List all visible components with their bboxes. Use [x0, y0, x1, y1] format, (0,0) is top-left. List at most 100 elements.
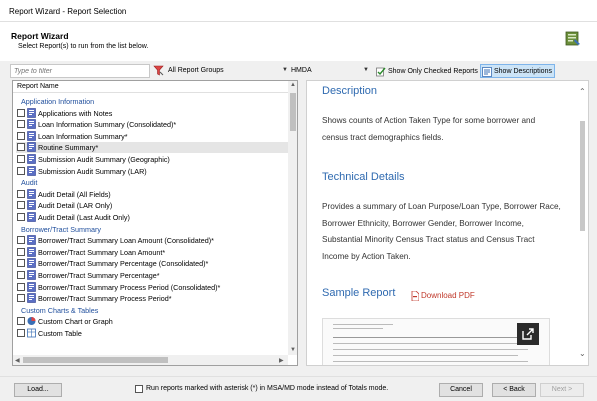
list-item[interactable]: Borrower/Tract Summary Percentage (Conso… [16, 258, 288, 269]
list-item[interactable]: Borrower/Tract Summary Loan Amount (Cons… [16, 235, 288, 246]
list-item[interactable]: Audit Detail (Last Audit Only) [16, 212, 288, 223]
description-text: Shows counts of Action Taken Type for so… [322, 116, 536, 142]
list-item[interactable]: Borrower/Tract Summary Percentage* [16, 270, 288, 281]
show-descriptions-button[interactable]: Show Descriptions [480, 64, 555, 78]
next-button-label: Next > [551, 386, 573, 393]
report-name: Borrower/Tract Summary Percentage* [38, 271, 160, 280]
report-icon [27, 281, 36, 292]
report-checkbox[interactable] [17, 143, 25, 152]
scroll-right-icon[interactable]: ▶ [279, 357, 284, 364]
report-checkbox[interactable] [17, 317, 25, 326]
report-checkbox[interactable] [17, 155, 25, 163]
chevron-up-icon[interactable]: ⌃ [579, 87, 586, 96]
cancel-button[interactable]: Cancel [439, 383, 483, 397]
list-item[interactable]: Submission Audit Summary (LAR) [16, 165, 288, 177]
pie-chart-icon [27, 317, 36, 326]
open-external-icon [522, 328, 534, 340]
dataset-dropdown[interactable]: HMDA ▼ [289, 64, 373, 78]
msa-mode-checkbox[interactable] [135, 385, 143, 393]
report-name: Routine Summary* [38, 143, 99, 153]
report-icon [27, 188, 36, 199]
report-checkbox[interactable] [17, 294, 25, 303]
filter-box[interactable] [10, 64, 150, 78]
report-icon [27, 270, 36, 280]
report-checkbox[interactable] [17, 108, 25, 117]
description-scrollbar[interactable]: ⌃ ⌄ [576, 81, 588, 365]
report-checkbox[interactable] [17, 120, 25, 129]
list-item[interactable]: Routine Summary* [16, 142, 288, 154]
show-descriptions-label: Show Descriptions [494, 68, 552, 75]
list-item[interactable]: Loan Information Summary (Consolidated)* [16, 119, 288, 130]
report-checkbox[interactable] [17, 329, 25, 337]
download-pdf-link[interactable]: Download PDF [421, 291, 475, 300]
sample-report-heading: Sample Report [322, 287, 396, 299]
report-icon [27, 200, 36, 211]
list-item[interactable]: Audit Detail (LAR Only) [16, 200, 288, 211]
technical-details-heading: Technical Details [322, 171, 405, 183]
chevron-down-icon: ▼ [363, 67, 369, 73]
report-icon [27, 293, 36, 303]
filter-funnel-icon [153, 65, 164, 76]
list-item[interactable]: Borrower/Tract Summary Process Period (C… [16, 281, 288, 293]
report-icon [27, 119, 36, 129]
list-item[interactable]: Borrower/Tract Summary Process Period* [16, 293, 288, 304]
report-checkbox[interactable] [17, 282, 25, 291]
technical-details-text: Provides a summary of Loan Purpose/Loan … [322, 202, 561, 261]
report-checkbox[interactable] [17, 247, 25, 256]
wizard-header: Report Wizard Select Report(s) to run fr… [0, 22, 597, 61]
report-icon [27, 246, 36, 257]
report-name: Borrower/Tract Summary Loan Amount* [38, 247, 166, 257]
list-item[interactable]: Submission Audit Summary (Geographic) [16, 154, 288, 165]
window-titlebar: Report Wizard - Report Selection [0, 0, 597, 22]
wizard-subtitle: Select Report(s) to run from the list be… [18, 43, 149, 50]
report-icon [27, 258, 36, 269]
list-item[interactable]: Custom Table [16, 328, 288, 339]
report-checkbox[interactable] [17, 166, 25, 175]
report-name: Custom Chart or Graph [38, 317, 113, 327]
report-checkbox[interactable] [17, 213, 25, 221]
report-checkbox[interactable] [17, 189, 25, 198]
report-groups-dropdown[interactable]: All Report Groups ▼ [153, 64, 290, 78]
report-checkbox[interactable] [17, 131, 25, 140]
show-checked-reports-button[interactable]: Show Only Checked Reports [374, 64, 480, 78]
report-icon [27, 130, 36, 141]
report-icon [27, 165, 36, 176]
report-name: Borrower/Tract Summary Loan Amount (Cons… [38, 236, 214, 246]
window-title: Report Wizard - Report Selection [9, 7, 127, 16]
filter-input[interactable] [11, 65, 149, 77]
list-item[interactable]: Loan Information Summary* [16, 130, 288, 142]
checked-reports-icon [376, 67, 386, 77]
next-button[interactable]: Next > [540, 383, 584, 397]
report-name: Borrower/Tract Summary Percentage (Conso… [38, 259, 209, 269]
list-vertical-scrollbar[interactable]: ▲ ▼ [288, 81, 297, 355]
list-item[interactable]: Borrower/Tract Summary Loan Amount* [16, 246, 288, 258]
sample-report-thumbnail[interactable] [322, 318, 550, 365]
report-icon [27, 235, 36, 245]
list-hscroll-thumb[interactable] [23, 357, 168, 363]
description-heading: Description [322, 85, 378, 97]
open-sample-button[interactable] [517, 323, 539, 345]
scroll-up-icon[interactable]: ▲ [290, 82, 296, 88]
scroll-left-icon[interactable]: ◀ [15, 357, 20, 364]
report-checkbox[interactable] [17, 201, 25, 210]
list-horizontal-scrollbar[interactable]: ◀ ▶ [13, 355, 288, 365]
descriptions-icon [482, 67, 492, 77]
list-item[interactable]: Custom Chart or Graph [16, 316, 288, 327]
report-checkbox[interactable] [17, 259, 25, 268]
list-scroll-thumb[interactable] [290, 93, 296, 131]
cancel-button-label: Cancel [450, 386, 472, 393]
description-scroll-thumb[interactable] [580, 121, 585, 231]
load-button[interactable]: Load... [14, 383, 62, 397]
load-button-label: Load... [27, 386, 49, 393]
column-header[interactable]: Report Name [13, 81, 288, 93]
list-item[interactable]: Audit Detail (All Fields) [16, 188, 288, 200]
report-checkbox[interactable] [17, 271, 25, 279]
scroll-down-icon[interactable]: ▼ [290, 347, 296, 353]
report-checkbox[interactable] [17, 236, 25, 245]
chevron-down-icon[interactable]: ⌄ [579, 349, 586, 358]
report-icon [27, 212, 36, 222]
back-button[interactable]: < Back [492, 383, 536, 397]
report-icon [27, 142, 36, 153]
report-groups-value: All Report Groups [168, 67, 224, 74]
list-item[interactable]: Applications with Notes [16, 107, 288, 119]
